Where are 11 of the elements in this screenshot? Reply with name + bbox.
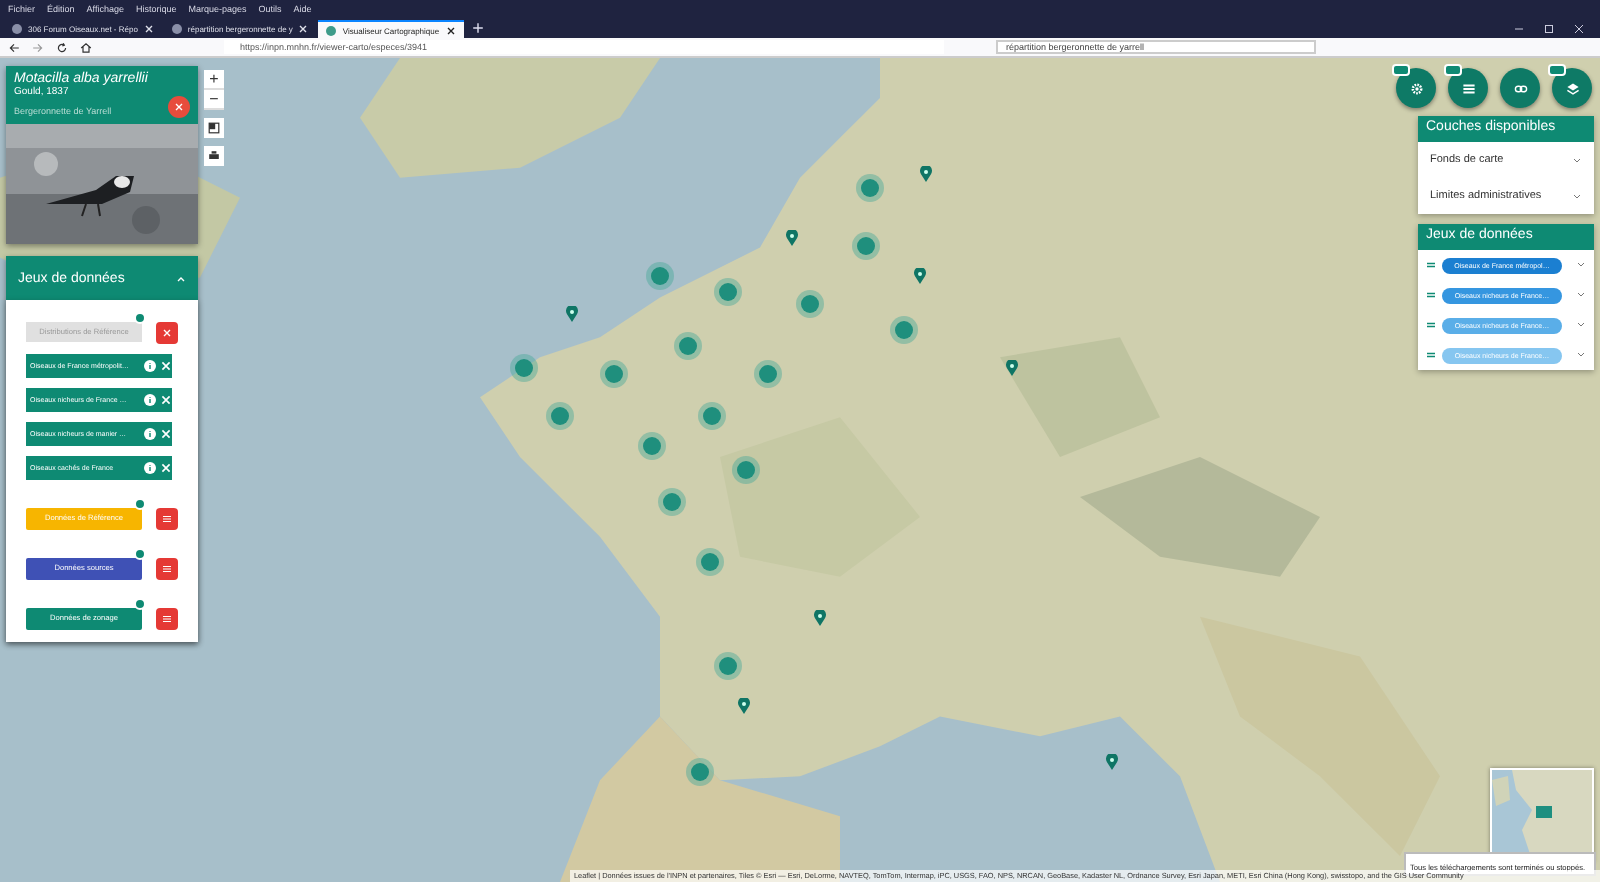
- home-icon[interactable]: [80, 41, 92, 53]
- close-icon: [445, 25, 456, 35]
- back-icon[interactable]: [8, 41, 20, 53]
- plus-icon[interactable]: [471, 22, 484, 34]
- reload-icon[interactable]: [56, 41, 68, 53]
- close-icon: [298, 24, 309, 34]
- close-icon[interactable]: [1574, 23, 1584, 33]
- minimize-icon[interactable]: [1514, 23, 1524, 33]
- close-icon: [143, 24, 154, 34]
- maximize-icon[interactable]: [1544, 23, 1554, 33]
- forward-icon[interactable]: [32, 41, 44, 53]
